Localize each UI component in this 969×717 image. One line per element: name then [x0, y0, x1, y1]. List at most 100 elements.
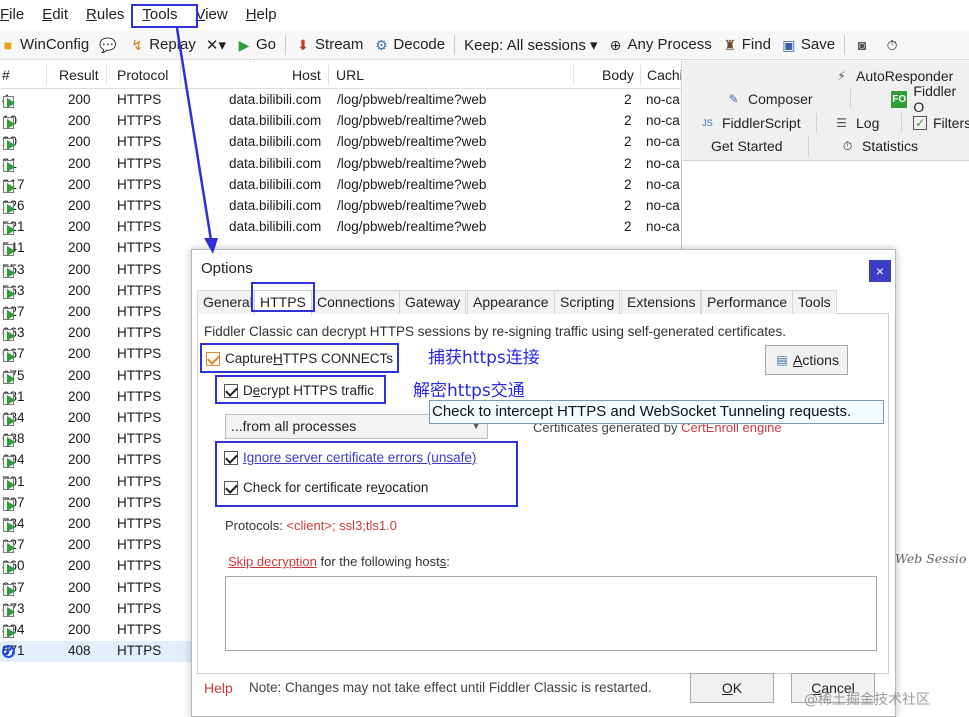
windows-icon: ■ [3, 36, 13, 53]
session-result: 200 [68, 600, 91, 616]
comment-button[interactable]: 💬 [94, 32, 124, 58]
response-arrow-icon [2, 476, 16, 490]
close-button[interactable]: × [869, 260, 891, 282]
session-protocol: HTTPS [117, 516, 162, 531]
tab-scripting[interactable]: Scripting [554, 290, 621, 314]
find-button[interactable]: ♜ Find [717, 32, 776, 58]
session-row[interactable]: 31 200 HTTPS data.bilibili.com/log/pbweb/re… [0, 154, 681, 175]
session-result: 200 [68, 346, 91, 362]
ok-button[interactable]: OK [690, 673, 774, 703]
save-icon: ▣ [782, 36, 796, 53]
response-arrow-icon [2, 560, 16, 575]
column-id[interactable]: # [2, 67, 10, 83]
tab-appearance[interactable]: Appearance [467, 290, 555, 314]
session-body: 2 [624, 176, 632, 192]
skip-decryption-link[interactable]: Skip decryption [228, 554, 317, 569]
menu-edit[interactable]: Edit [33, 3, 77, 27]
ok-label: K [732, 680, 743, 696]
column-divider[interactable] [106, 65, 107, 85]
session-url: /log/pbweb/realtime?web [337, 134, 487, 150]
session-row[interactable]: 226 200 HTTPS data.bilibili.com/log/pbweb/r… [0, 196, 681, 217]
session-row[interactable]: 521 200 HTTPS data.bilibili.com/log/pbweb/r… [0, 217, 681, 238]
keep-sessions-dropdown[interactable]: Keep: All sessions ▾ [459, 32, 602, 58]
timer-button[interactable]: ⏱ [879, 32, 909, 58]
help-link[interactable]: Help [204, 680, 233, 696]
tab-fiddlerscript[interactable]: JS FiddlerScript [699, 112, 800, 134]
skip-label-pre: for the following host [316, 554, 440, 569]
column-divider[interactable] [640, 65, 641, 85]
tab-general[interactable]: General [197, 290, 259, 314]
tab-performance[interactable]: Performance [701, 290, 794, 314]
tab-filters[interactable]: ✓ Filters [913, 112, 969, 134]
session-result: 200 [68, 282, 91, 298]
remove-button[interactable]: ✕▾ [201, 32, 231, 58]
session-protocol: HTTPS [117, 304, 162, 319]
tab-filters-label: Filters [933, 115, 969, 131]
session-row[interactable]: 20 200 HTTPS data.bilibili.com/log/pbweb/re… [0, 132, 681, 153]
column-host[interactable]: Host [292, 67, 321, 83]
tab-statistics[interactable]: ⏱ Statistics [839, 135, 918, 157]
any-process-button[interactable]: ⊕ Any Process [603, 32, 717, 58]
column-divider[interactable] [180, 65, 181, 85]
column-divider[interactable] [573, 65, 574, 85]
session-result: 200 [68, 134, 91, 150]
response-arrow-icon [2, 327, 16, 342]
column-divider[interactable] [328, 65, 329, 85]
tab-get-started[interactable]: Get Started [711, 135, 783, 157]
column-divider[interactable] [46, 65, 47, 85]
tab-composer[interactable]: ✎ Composer [725, 88, 812, 110]
toolbar-divider [285, 34, 287, 55]
winconfig-button[interactable]: ■ WinConfig [0, 32, 94, 58]
session-row[interactable]: 10 200 HTTPS data.bilibili.com/log/pbweb/re… [0, 111, 681, 132]
session-host: data.bilibili.com [229, 92, 322, 107]
menu-edit-mnemonic: E [42, 6, 53, 23]
session-row[interactable]: 4 200 HTTPS data.bilibili.com/log/pbweb/rea… [0, 90, 681, 111]
response-arrow-icon [2, 221, 16, 236]
session-result: 200 [68, 558, 91, 574]
session-body: 2 [624, 219, 632, 235]
menu-help[interactable]: Help [237, 3, 286, 27]
session-body: 2 [624, 155, 632, 171]
session-result: 200 [68, 240, 91, 256]
save-button[interactable]: ▣ Save [776, 32, 840, 58]
column-body[interactable]: Body [602, 67, 634, 83]
column-result[interactable]: Result [59, 67, 99, 83]
actions-button[interactable]: ▤ Actions [765, 345, 848, 375]
menu-rules[interactable]: Rules [77, 3, 133, 27]
session-host: data.bilibili.com [229, 176, 322, 192]
session-protocol: HTTPS [117, 176, 162, 192]
response-arrow-icon [2, 158, 16, 172]
tooltip: Check to intercept HTTPS and WebSocket T… [429, 400, 884, 424]
session-protocol: HTTPS [117, 367, 162, 383]
actions-icon: ▤ [776, 353, 788, 367]
protocols-value-link[interactable]: <client>; ssl3;tls1.0 [286, 518, 397, 533]
column-protocol[interactable]: Protocol [117, 67, 168, 83]
session-caching: no-ca [646, 92, 680, 107]
tab-gateway[interactable]: Gateway [399, 290, 467, 314]
decode-button[interactable]: ⚙ Decode [368, 32, 450, 58]
column-caching[interactable]: Cachi [647, 67, 681, 83]
session-protocol: HTTPS [117, 452, 162, 468]
skip-hosts-textarea[interactable] [225, 576, 877, 651]
go-button[interactable]: ▶ Go [231, 32, 281, 58]
decrypt-annotation: 解密https交通 [413, 381, 525, 401]
tab-tools[interactable]: Tools [792, 290, 837, 314]
session-result: 200 [68, 198, 91, 213]
session-row[interactable]: 217 200 HTTPS data.bilibili.com/log/pbweb/r… [0, 175, 681, 196]
stream-button[interactable]: ⬇ Stream [290, 32, 368, 58]
tab-divider [808, 136, 809, 156]
session-id: 688 [2, 431, 25, 448]
replay-button[interactable]: ↯ Replay [124, 32, 201, 58]
screenshot-button[interactable]: ◙ [849, 32, 879, 58]
session-protocol: HTTPS [117, 325, 162, 341]
tab-log[interactable]: ☰ Log [833, 112, 879, 134]
column-url[interactable]: URL [336, 67, 364, 83]
tab-statistics-label: Statistics [862, 138, 919, 154]
tab-fiddler-orchestra[interactable]: FO Fiddler O [891, 83, 969, 115]
menu-file[interactable]: File [0, 3, 33, 27]
tab-extensions[interactable]: Extensions [621, 290, 702, 314]
response-arrow-icon [2, 539, 16, 554]
session-id: 217 [2, 177, 25, 193]
tab-connections[interactable]: Connections [311, 290, 401, 314]
session-protocol: HTTPS [117, 388, 162, 404]
